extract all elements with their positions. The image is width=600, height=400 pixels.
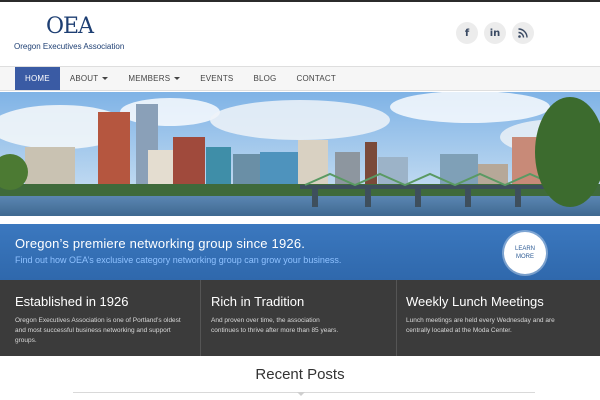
logo-text: Oregon Executives Association (14, 42, 125, 51)
features-strip: Established in 1926 Oregon Executives As… (0, 280, 600, 356)
feature-text: And proven over time, the association co… (211, 317, 339, 334)
page: OEA Oregon Executives Association f in H… (0, 0, 600, 400)
learn-more-line2: MORE (516, 254, 534, 260)
main-nav: HOME ABOUT MEMBERS EVENTS BLOG CONTACT (0, 66, 600, 91)
feature-text: Oregon Executives Association is one of … (15, 317, 181, 344)
feature-title: Rich in Tradition (211, 294, 305, 309)
nav-label: ABOUT (69, 74, 99, 83)
feature-title: Weekly Lunch Meetings (406, 294, 544, 309)
facebook-icon[interactable]: f (456, 22, 478, 44)
nav-item-events[interactable]: EVENTS (190, 67, 243, 90)
learn-more-line1: LEARN (514, 246, 535, 252)
nav-item-about[interactable]: ABOUT (60, 67, 119, 90)
hero-title: Oregon’s premiere networking group since… (15, 236, 306, 251)
nav-label: BLOG (253, 74, 277, 83)
feature-text: Lunch meetings are held every Wednesday … (406, 317, 555, 334)
nav-item-home[interactable]: HOME (15, 67, 60, 90)
divider-arrow-icon (297, 392, 305, 396)
site-logo[interactable]: OEA Oregon Executives Association (14, 14, 134, 52)
feature-tradition: Rich in Tradition And proven over time, … (200, 280, 395, 356)
nav-item-contact[interactable]: CONTACT (286, 67, 345, 90)
social-links: f in (456, 22, 534, 44)
site-header: OEA Oregon Executives Association f in (0, 2, 600, 66)
feature-established: Established in 1926 Oregon Executives As… (15, 280, 195, 356)
caret-down-icon (174, 77, 181, 81)
nav-label: EVENTS (200, 74, 234, 83)
learn-more-button[interactable]: LEARN MORE (504, 232, 546, 274)
nav-item-members[interactable]: MEMBERS (118, 67, 190, 90)
nav-label: HOME (25, 74, 50, 83)
hero-image-portland-skyline (0, 92, 600, 224)
logo-mark: OEA (46, 14, 94, 39)
nav-label: MEMBERS (128, 74, 171, 83)
rss-icon[interactable] (512, 22, 534, 44)
hero-subtitle[interactable]: Find out how OEA’s exclusive category ne… (15, 255, 341, 265)
nav-item-blog[interactable]: BLOG (243, 67, 286, 90)
feature-title: Established in 1926 (15, 294, 129, 309)
feature-lunch: Weekly Lunch Meetings Lunch meetings are… (396, 280, 600, 356)
linkedin-icon[interactable]: in (484, 22, 506, 44)
caret-down-icon (102, 77, 109, 81)
nav-label: CONTACT (296, 74, 336, 83)
recent-posts-heading: Recent Posts (255, 366, 345, 383)
